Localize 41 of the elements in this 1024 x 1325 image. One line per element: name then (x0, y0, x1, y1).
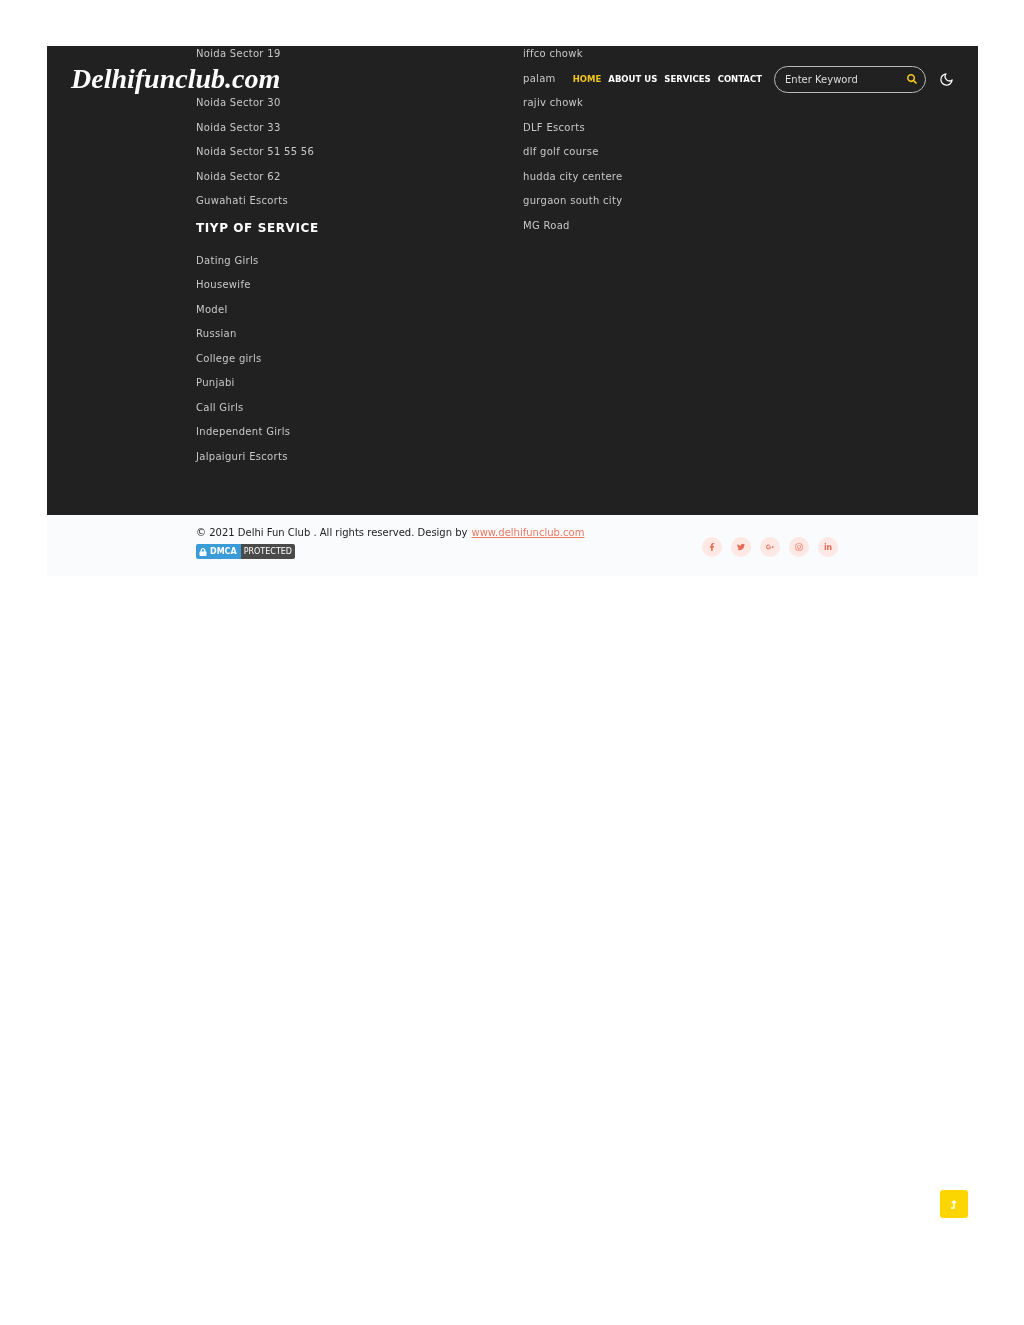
footer-link[interactable]: Jalpaiguri Escorts (196, 448, 288, 473)
footer-link[interactable]: Call Girls (196, 399, 244, 424)
footer-link[interactable]: Dating Girls (196, 252, 259, 277)
footer-link[interactable]: Punjabi (196, 375, 235, 400)
search-input[interactable]: Enter Keyword (783, 72, 903, 86)
facebook-icon[interactable] (702, 537, 723, 557)
badge-label: PROTECTED (243, 547, 292, 556)
search-icon[interactable] (907, 74, 917, 84)
section-heading: TIYP OF SERVICE (196, 219, 320, 237)
footer-link[interactable]: Noida Sector 51 55 56 (196, 144, 315, 169)
footer-link[interactable]: Guwahati Escorts (196, 193, 288, 218)
nav-link[interactable]: HOME (572, 74, 602, 84)
footer-link[interactable]: MG Road (523, 217, 570, 242)
footer-link[interactable]: DLF Escorts (523, 119, 585, 144)
instagram-icon[interactable] (789, 537, 810, 557)
footer-link[interactable]: Model (196, 301, 228, 326)
linkedin-icon[interactable] (818, 537, 839, 557)
footer-link[interactable]: Noida Sector 30 (196, 95, 281, 120)
nav-link[interactable]: SERVICES (664, 74, 711, 84)
footer-link[interactable]: rajiv chowk (523, 95, 584, 120)
lock-icon (199, 547, 207, 556)
footer-link[interactable]: palam (523, 70, 556, 95)
arrow-up-icon (950, 1199, 958, 1209)
footer-link[interactable]: College girls (196, 350, 262, 375)
footer-link[interactable]: Independent Girls (196, 424, 291, 449)
footer-link[interactable]: Housewife (196, 277, 251, 302)
footer-link[interactable]: Russian (196, 326, 237, 351)
footer-link[interactable]: gurgaon south city (523, 193, 623, 218)
site-logo[interactable]: Delhifunclub.com (71, 63, 281, 95)
nav-link[interactable]: CONTACT (717, 74, 762, 84)
moon-icon[interactable] (939, 71, 954, 87)
badge-label: DMCA (210, 547, 237, 556)
nav-link[interactable]: ABOUT US (608, 74, 658, 84)
footer-link[interactable]: Noida Sector 62 (196, 168, 281, 193)
google-plus-icon[interactable] (760, 537, 781, 557)
footer-link[interactable]: Noida Sector 33 (196, 119, 281, 144)
twitter-icon[interactable] (731, 537, 752, 557)
copyright-text: © 2021 Delhi Fun Club . All rights reserved. Design by (196, 527, 468, 538)
footer-link[interactable]: hudda city centere (523, 168, 623, 193)
footer-link[interactable]: iffco chowk (523, 46, 583, 71)
footer-link[interactable]: dlf golf course (523, 144, 599, 169)
